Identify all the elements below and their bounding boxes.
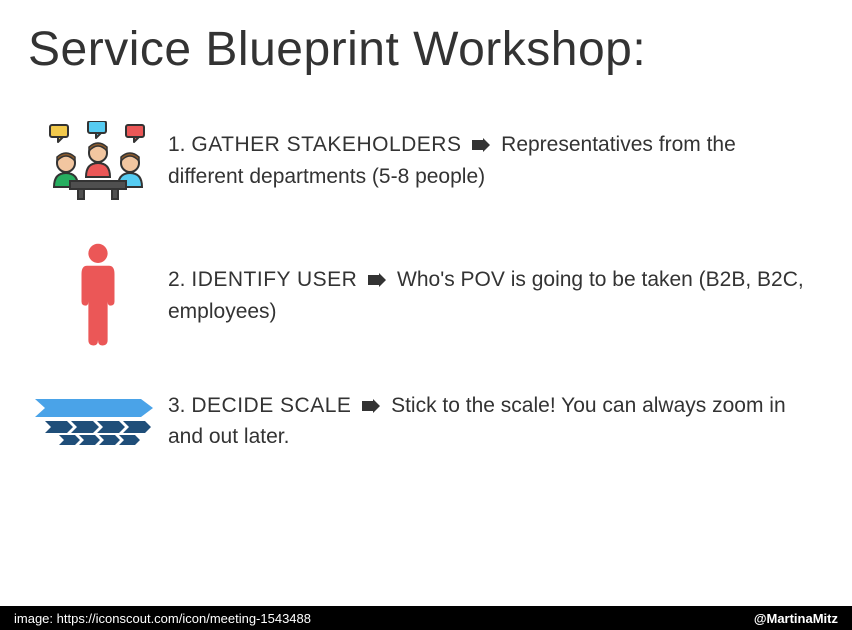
meeting-icon bbox=[28, 121, 168, 201]
item-heading: IDENTIFY USER bbox=[191, 268, 357, 291]
slide-title: Service Blueprint Workshop: bbox=[0, 0, 852, 77]
item-number: 1. bbox=[168, 133, 186, 156]
item-text: 3. DECIDE SCALE Stick to the scale! You … bbox=[168, 391, 816, 453]
item-heading: GATHER STAKEHOLDERS bbox=[191, 133, 461, 156]
content-area: 1. GATHER STAKEHOLDERS Representatives f… bbox=[0, 77, 852, 453]
arrow-icon bbox=[367, 266, 387, 296]
image-credit: image: https://iconscout.com/icon/meetin… bbox=[14, 611, 311, 626]
footer-bar: image: https://iconscout.com/icon/meetin… bbox=[0, 606, 852, 630]
item-heading: DECIDE SCALE bbox=[191, 394, 351, 417]
item-text: 2. IDENTIFY USER Who's POV is going to b… bbox=[168, 265, 816, 327]
arrow-icon bbox=[471, 131, 491, 161]
list-item: 1. GATHER STAKEHOLDERS Representatives f… bbox=[28, 121, 816, 201]
author-handle: @MartinaMitz bbox=[754, 611, 838, 626]
list-item: 3. DECIDE SCALE Stick to the scale! You … bbox=[28, 391, 816, 453]
item-text: 1. GATHER STAKEHOLDERS Representatives f… bbox=[168, 130, 816, 192]
item-number: 2. bbox=[168, 268, 186, 291]
list-item: 2. IDENTIFY USER Who's POV is going to b… bbox=[28, 241, 816, 351]
arrow-icon bbox=[361, 392, 381, 422]
item-number: 3. bbox=[168, 394, 186, 417]
person-icon bbox=[28, 241, 168, 351]
scale-arrows-icon bbox=[28, 397, 168, 447]
